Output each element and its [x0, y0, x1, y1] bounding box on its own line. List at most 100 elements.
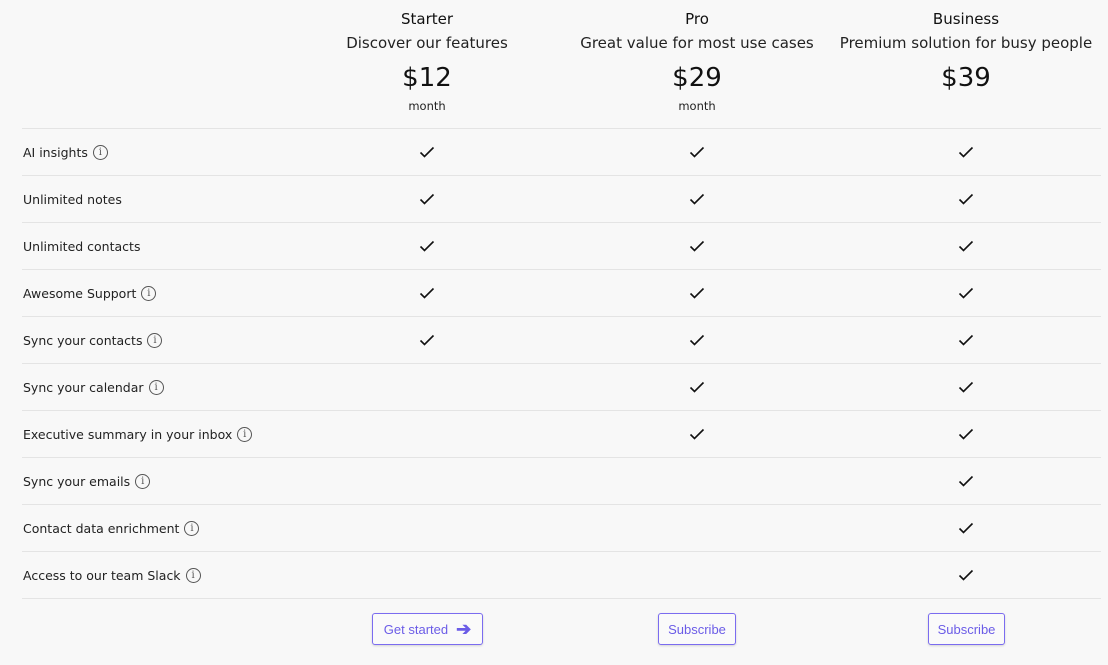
feature-row: Access to our team Slack i	[22, 551, 1101, 599]
plan-price: $29	[672, 63, 722, 93]
plan-feature-cell	[407, 129, 447, 175]
info-icon[interactable]: i	[237, 426, 253, 442]
feature-label: Contact data enrichment i	[23, 505, 200, 551]
plan-feature-cell	[677, 223, 717, 269]
check-icon	[958, 566, 974, 585]
feature-label-text: Awesome Support	[23, 285, 137, 301]
check-icon	[689, 237, 705, 256]
plan-description: Premium solution for busy people	[839, 34, 1093, 52]
check-icon	[958, 472, 974, 491]
plan-price: $39	[941, 63, 991, 93]
check-icon	[958, 284, 974, 303]
feature-label-text: Access to our team Slack	[23, 567, 181, 583]
plan-feature-cell	[677, 364, 717, 410]
plan-feature-cell	[677, 317, 717, 363]
feature-label-text: Contact data enrichment	[23, 520, 180, 536]
plan-feature-cell	[407, 364, 447, 410]
feature-label: Sync your contacts i	[23, 317, 163, 363]
check-icon	[958, 378, 974, 397]
subscribe-pro-button[interactable]: Subscribe	[658, 613, 736, 645]
feature-label-text: AI insights	[23, 144, 88, 160]
check-icon	[689, 190, 705, 209]
get-started-button[interactable]: Get started ➔	[372, 613, 483, 645]
plan-feature-cell	[946, 364, 986, 410]
info-icon[interactable]: i	[148, 379, 164, 395]
plan-starter: Starter Discover our features $12 month	[292, 8, 562, 114]
feature-row: Unlimited contacts	[22, 222, 1101, 269]
plan-feature-cell	[946, 223, 986, 269]
plan-period: month	[408, 99, 446, 113]
plan-feature-cell	[677, 552, 717, 598]
plan-period: month	[678, 99, 716, 113]
feature-label: Sync your emails i	[23, 458, 151, 504]
plan-name: Pro	[685, 10, 709, 28]
feature-label-text: Unlimited notes	[23, 191, 122, 207]
plan-feature-cell	[677, 129, 717, 175]
feature-row: Executive summary in your inbox i	[22, 410, 1101, 457]
feature-row: Sync your calendar i	[22, 363, 1101, 410]
feature-label: AI insights i	[23, 129, 108, 175]
plans-header: Starter Discover our features $12 month …	[0, 0, 1108, 128]
arrow-right-icon: ➔	[456, 618, 472, 639]
feature-row: Sync your emails i	[22, 457, 1101, 504]
plan-feature-cell	[677, 176, 717, 222]
plan-feature-cell	[677, 270, 717, 316]
plan-name: Starter	[400, 10, 454, 28]
check-icon	[958, 331, 974, 350]
feature-row: Contact data enrichment i	[22, 504, 1101, 551]
plan-feature-cell	[407, 505, 447, 551]
feature-label: Awesome Support i	[23, 270, 157, 316]
check-icon	[419, 143, 435, 162]
plan-feature-cell	[677, 505, 717, 551]
check-icon	[689, 331, 705, 350]
plan-feature-cell	[407, 317, 447, 363]
info-icon[interactable]: i	[184, 520, 200, 536]
plan-feature-cell	[407, 552, 447, 598]
plan-pro: Pro Great value for most use cases $29 m…	[562, 8, 832, 114]
plan-feature-cell	[946, 458, 986, 504]
button-label: Get started	[383, 621, 449, 637]
subscribe-business-button[interactable]: Subscribe	[928, 613, 1005, 645]
plan-feature-cell	[946, 505, 986, 551]
feature-label-text: Sync your calendar	[23, 379, 144, 395]
feature-row: AI insights i	[22, 128, 1101, 175]
plan-name: Business	[932, 10, 1000, 28]
info-icon[interactable]: i	[141, 285, 157, 301]
feature-label-text: Unlimited contacts	[23, 238, 141, 254]
feature-label: Unlimited contacts	[23, 223, 140, 269]
plan-feature-cell	[407, 458, 447, 504]
plan-feature-cell	[946, 270, 986, 316]
check-icon	[419, 237, 435, 256]
check-icon	[419, 190, 435, 209]
info-icon[interactable]: i	[147, 332, 163, 348]
info-icon[interactable]: i	[92, 144, 108, 160]
check-icon	[689, 425, 705, 444]
check-icon	[689, 284, 705, 303]
feature-table: AI insights i Unlimited notes Unlimited con…	[22, 128, 1101, 599]
feature-label: Executive summary in your inbox i	[23, 411, 253, 457]
plan-feature-cell	[407, 223, 447, 269]
plan-feature-cell	[407, 411, 447, 457]
check-icon	[689, 143, 705, 162]
plan-description: Great value for most use cases	[580, 34, 814, 52]
check-icon	[419, 284, 435, 303]
feature-label: Unlimited notes	[23, 176, 122, 222]
check-icon	[958, 519, 974, 538]
info-icon[interactable]: i	[185, 567, 201, 583]
check-icon	[419, 331, 435, 350]
plan-price: $12	[402, 63, 452, 93]
check-icon	[958, 425, 974, 444]
info-icon[interactable]: i	[135, 473, 151, 489]
feature-label-text: Sync your contacts	[23, 332, 143, 348]
button-label: Subscribe	[937, 621, 996, 637]
plan-feature-cell	[946, 129, 986, 175]
plan-feature-cell	[946, 411, 986, 457]
button-label: Subscribe	[668, 621, 726, 637]
plan-feature-cell	[677, 411, 717, 457]
feature-row: Sync your contacts i	[22, 316, 1101, 363]
plan-feature-cell	[946, 176, 986, 222]
feature-row: Awesome Support i	[22, 269, 1101, 316]
plan-feature-cell	[946, 552, 986, 598]
plan-business: Business Premium solution for busy peopl…	[831, 8, 1101, 98]
plan-feature-cell	[407, 176, 447, 222]
